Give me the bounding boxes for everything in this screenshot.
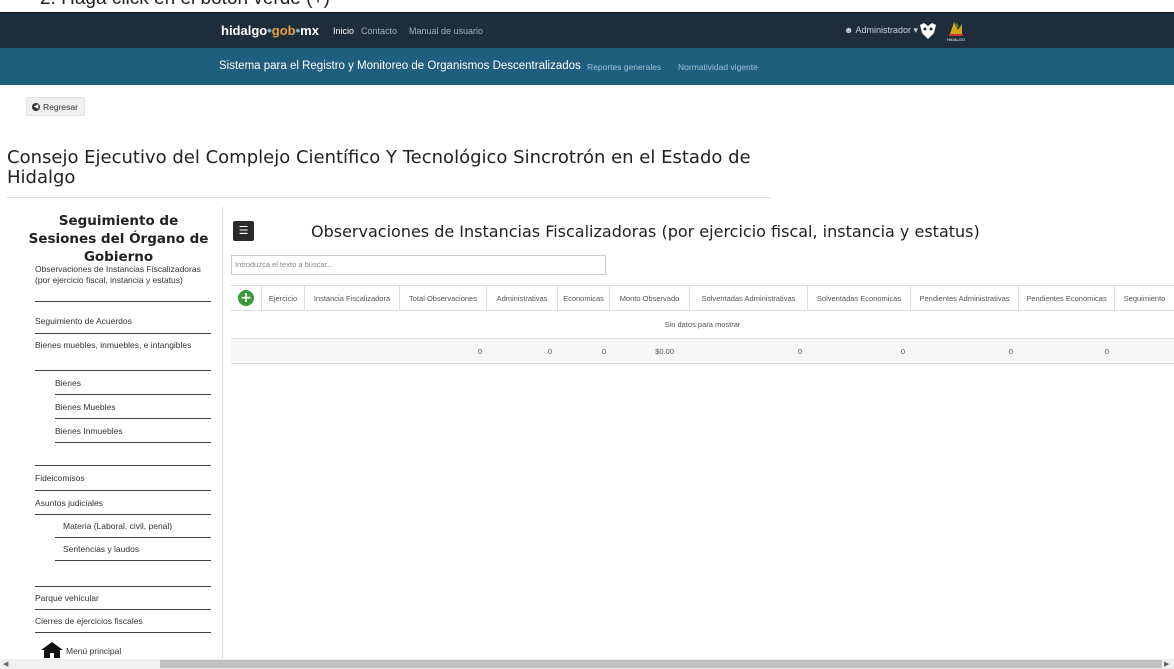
total-economicas: 0 <box>601 346 606 356</box>
sidebar-item-bienes-group[interactable]: Bienes muebles, inmuebles, e intangibles <box>35 340 210 351</box>
total-monto: $0.00 <box>655 346 674 356</box>
brand-logo[interactable]: hidalgo•gob•mx <box>221 23 319 38</box>
plus-circle-icon[interactable]: + <box>238 290 254 306</box>
top-navbar: hidalgo•gob•mx Inicio Contacto Manual de… <box>0 12 1174 48</box>
page-title: Consejo Ejecutivo del Complejo Científic… <box>7 147 751 188</box>
divider <box>35 465 211 466</box>
total-pend-admin: 0 <box>1008 346 1013 356</box>
search-input[interactable]: Introduzca el texto a buscar... <box>231 255 606 275</box>
home-link[interactable]: Menú principal <box>66 646 121 656</box>
divider <box>55 394 211 395</box>
column-header[interactable]: Economicas <box>557 286 609 310</box>
column-header[interactable]: Instancia Fiscalizadora <box>304 286 399 310</box>
divider <box>55 560 211 561</box>
link-reportes[interactable]: Reportes generales <box>587 62 661 72</box>
nav-manual[interactable]: Manual de usuario <box>409 26 483 36</box>
scroll-thumb[interactable] <box>160 660 1162 668</box>
total-solv-admin: 0 <box>797 346 802 356</box>
divider <box>35 586 211 587</box>
divider <box>35 609 211 610</box>
empty-message: Sin datos para mostrar <box>664 320 741 329</box>
sidebar-item-acuerdos[interactable]: Seguimiento de Acuerdos <box>35 316 210 327</box>
hamburger-menu-button[interactable]: ☰ <box>233 221 254 241</box>
total-pend-econ: 0 <box>1104 346 1109 356</box>
back-button[interactable]: ◀ Regresar <box>26 97 85 116</box>
add-cell: + <box>231 286 261 310</box>
nav-contacto[interactable]: Contacto <box>361 26 397 36</box>
column-header[interactable]: Administrativas <box>486 286 557 310</box>
scroll-left-icon[interactable]: ◀ <box>3 660 8 668</box>
divider <box>35 301 211 302</box>
user-icon: ☻ <box>844 25 854 35</box>
column-header[interactable]: Pendientes Economicas <box>1018 286 1114 310</box>
divider <box>35 370 211 371</box>
sidebar-item-bienes[interactable]: Bienes <box>55 378 210 388</box>
hamburger-icon: ☰ <box>238 224 249 237</box>
link-normatividad[interactable]: Normatividad vigente <box>678 62 758 72</box>
horizontal-scrollbar[interactable]: ◀ ▶ <box>0 659 1174 669</box>
sidebar-title: Seguimiento de Sesiones del Órgano de Go… <box>28 213 209 265</box>
section-title: Observaciones de Instancias Fiscalizador… <box>311 222 980 241</box>
column-header[interactable]: Monto Observado <box>609 286 689 310</box>
system-bar: Sistema para el Registro y Monitoreo de … <box>0 48 1174 85</box>
total-solv-econ: 0 <box>900 346 905 356</box>
sidebar-item-fideicomisos[interactable]: Fideicomisos <box>35 473 210 484</box>
instruction-caption: 2. Haga click en el botón verde (+) <box>0 0 1174 12</box>
divider <box>35 514 211 515</box>
scroll-right-icon[interactable]: ▶ <box>1164 660 1169 668</box>
sidebar-item-bienes-inmuebles[interactable]: Bienes Inmuebles <box>55 426 210 436</box>
empty-row: Sin datos para mostrar <box>231 311 1174 339</box>
back-label: Regresar <box>43 101 78 112</box>
svg-text:HIDALGO: HIDALGO <box>947 37 965 42</box>
divider <box>55 442 211 443</box>
circle-arrow-left-icon: ◀ <box>32 102 40 111</box>
divider <box>35 333 211 334</box>
column-header[interactable]: Solventadas Economicas <box>807 286 910 310</box>
sidebar-item-materia[interactable]: Materia (Laboral, civil, penal) <box>63 521 218 531</box>
divider <box>35 632 211 633</box>
sidebar-item-parque-vehicular[interactable]: Parque vehicular <box>35 593 210 604</box>
column-header[interactable]: Total Observaciones <box>399 286 486 310</box>
sidebar-item-bienes-muebles[interactable]: Bienes Muebles <box>55 402 210 412</box>
column-header[interactable]: Pendientes Administrativas <box>910 286 1018 310</box>
sidebar-item-cierres[interactable]: Cierres de ejercicios fiscales <box>35 616 210 627</box>
totals-row: 0 0 0 $0.00 0 0 0 0 <box>231 339 1174 364</box>
system-title[interactable]: Sistema para el Registro y Monitoreo de … <box>219 60 581 72</box>
hidalgo-logo: HIDALGO <box>946 20 966 42</box>
sidebar-item-observaciones[interactable]: Observaciones de Instancias Fiscalizador… <box>35 264 210 286</box>
sidebar-item-asuntos-judiciales[interactable]: Asuntos judiciales <box>35 498 210 509</box>
total-observaciones: 0 <box>477 346 482 356</box>
column-header[interactable]: Ejercicio <box>261 286 304 310</box>
nav-inicio[interactable]: Inicio <box>333 26 354 36</box>
divider <box>7 197 770 198</box>
user-name: Administrador <box>855 25 912 35</box>
home-icon[interactable] <box>41 642 63 658</box>
divider <box>55 537 211 538</box>
data-grid: + Ejercicio Instancia Fiscalizadora Tota… <box>231 285 1174 364</box>
column-header[interactable]: Solventadas Administrativas <box>689 286 807 310</box>
divider <box>35 490 211 491</box>
user-menu[interactable]: ☻ Administrador ▾ <box>844 25 918 36</box>
column-header[interactable]: Seguimiento <box>1114 286 1174 310</box>
sidebar-divider <box>222 207 223 669</box>
grid-header: + Ejercicio Instancia Fiscalizadora Tota… <box>231 286 1174 311</box>
total-administrativas: 0 <box>547 346 552 356</box>
sidebar-item-sentencias[interactable]: Sentencias y laudos <box>63 544 218 554</box>
crest-logo-icon <box>920 23 936 39</box>
divider <box>55 418 211 419</box>
